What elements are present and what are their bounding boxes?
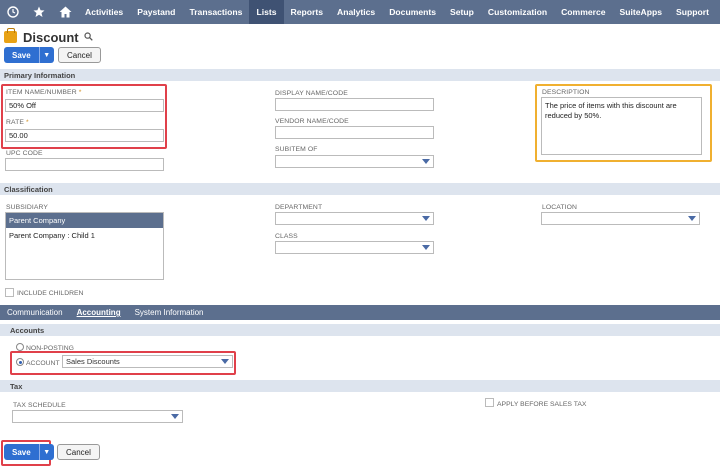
page-title: Discount bbox=[23, 29, 79, 45]
save-button-bottom[interactable]: Save ▼ bbox=[4, 444, 54, 460]
account-selected-value: Sales Discounts bbox=[66, 357, 120, 366]
chevron-down-icon bbox=[221, 359, 229, 364]
nav-reports[interactable]: Reports bbox=[284, 0, 330, 24]
department-select[interactable] bbox=[275, 212, 434, 225]
non-posting-radio[interactable] bbox=[16, 343, 24, 351]
nav-transactions[interactable]: Transactions bbox=[182, 0, 249, 24]
class-label: CLASS bbox=[275, 233, 298, 240]
tab-system-information[interactable]: System Information bbox=[128, 308, 211, 317]
vendor-name-input[interactable] bbox=[275, 126, 434, 139]
nav-customization[interactable]: Customization bbox=[481, 0, 554, 24]
apply-before-sales-tax-checkbox[interactable] bbox=[485, 398, 494, 407]
tax-schedule-label: TAX SCHEDULE bbox=[13, 402, 66, 409]
top-navigation: Activities Paystand Transactions Lists R… bbox=[0, 0, 720, 24]
chevron-down-icon[interactable]: ▼ bbox=[39, 444, 54, 460]
section-primary-information: Primary Information bbox=[0, 69, 720, 81]
nav-activities[interactable]: Activities bbox=[78, 0, 130, 24]
nav-commerce[interactable]: Commerce bbox=[554, 0, 612, 24]
rate-input[interactable]: 50.00 bbox=[5, 129, 164, 142]
section-classification: Classification bbox=[0, 183, 720, 195]
item-name-input[interactable]: 50% Off bbox=[5, 99, 164, 112]
subsidiary-label: SUBSIDIARY bbox=[6, 204, 49, 211]
nav-lists[interactable]: Lists bbox=[249, 0, 284, 24]
display-name-input[interactable] bbox=[275, 98, 434, 111]
location-select[interactable] bbox=[541, 212, 700, 225]
subsidiary-option[interactable]: Parent Company bbox=[6, 213, 163, 228]
nav-paystand[interactable]: Paystand bbox=[130, 0, 182, 24]
section-tax: Tax bbox=[0, 380, 720, 392]
subsidiary-listbox[interactable]: Parent Company Parent Company : Child 1 bbox=[5, 212, 164, 280]
cancel-button-top[interactable]: Cancel bbox=[58, 47, 101, 63]
save-button-label[interactable]: Save bbox=[4, 47, 40, 63]
nav-support[interactable]: Support bbox=[669, 0, 716, 24]
chevron-down-icon[interactable]: ▼ bbox=[39, 47, 54, 63]
subtab-bar: Communication Accounting System Informat… bbox=[0, 305, 720, 320]
include-children-checkbox[interactable] bbox=[5, 288, 14, 297]
chevron-down-icon bbox=[688, 216, 696, 221]
include-children-label: INCLUDE CHILDREN bbox=[17, 290, 84, 297]
subitem-of-label: SUBITEM OF bbox=[275, 146, 318, 153]
section-accounts: Accounts bbox=[0, 324, 720, 336]
discount-record-icon bbox=[4, 28, 17, 43]
tax-schedule-select[interactable] bbox=[12, 410, 183, 423]
tab-accounting[interactable]: Accounting bbox=[70, 308, 128, 317]
chevron-down-icon bbox=[422, 216, 430, 221]
upc-code-label: UPC CODE bbox=[6, 150, 43, 157]
nav-analytics[interactable]: Analytics bbox=[330, 0, 382, 24]
apply-before-sales-tax-label: APPLY BEFORE SALES TAX bbox=[497, 401, 587, 408]
account-label: ACCOUNT bbox=[26, 360, 60, 367]
home-icon[interactable] bbox=[52, 0, 78, 24]
description-textarea[interactable]: The price of items with this discount ar… bbox=[541, 97, 702, 155]
nav-documents[interactable]: Documents bbox=[382, 0, 443, 24]
account-radio[interactable] bbox=[16, 358, 24, 366]
display-name-label: DISPLAY NAME/CODE bbox=[275, 90, 348, 97]
vendor-name-label: VENDOR NAME/CODE bbox=[275, 118, 349, 125]
rate-label: RATE * bbox=[6, 119, 29, 126]
upc-code-input[interactable] bbox=[5, 158, 164, 171]
department-label: DEPARTMENT bbox=[275, 204, 323, 211]
account-select[interactable]: Sales Discounts bbox=[62, 355, 233, 368]
chevron-down-icon bbox=[422, 245, 430, 250]
subitem-of-select[interactable] bbox=[275, 155, 434, 168]
page-title-row: Discount bbox=[4, 28, 93, 45]
location-label: LOCATION bbox=[542, 204, 578, 211]
chevron-down-icon bbox=[422, 159, 430, 164]
cancel-button-bottom[interactable]: Cancel bbox=[57, 444, 100, 460]
save-button-label[interactable]: Save bbox=[4, 444, 40, 460]
save-button-top[interactable]: Save ▼ bbox=[4, 47, 54, 63]
recent-records-icon[interactable] bbox=[0, 0, 26, 24]
chevron-down-icon bbox=[171, 414, 179, 419]
star-icon[interactable] bbox=[26, 0, 52, 24]
class-select[interactable] bbox=[275, 241, 434, 254]
search-icon[interactable] bbox=[84, 31, 93, 43]
tab-communication[interactable]: Communication bbox=[0, 308, 70, 317]
description-label: DESCRIPTION bbox=[542, 89, 590, 96]
nav-setup[interactable]: Setup bbox=[443, 0, 481, 24]
nav-suiteapps[interactable]: SuiteApps bbox=[613, 0, 670, 24]
item-name-label: ITEM NAME/NUMBER * bbox=[6, 89, 82, 96]
subsidiary-option[interactable]: Parent Company : Child 1 bbox=[6, 228, 163, 243]
